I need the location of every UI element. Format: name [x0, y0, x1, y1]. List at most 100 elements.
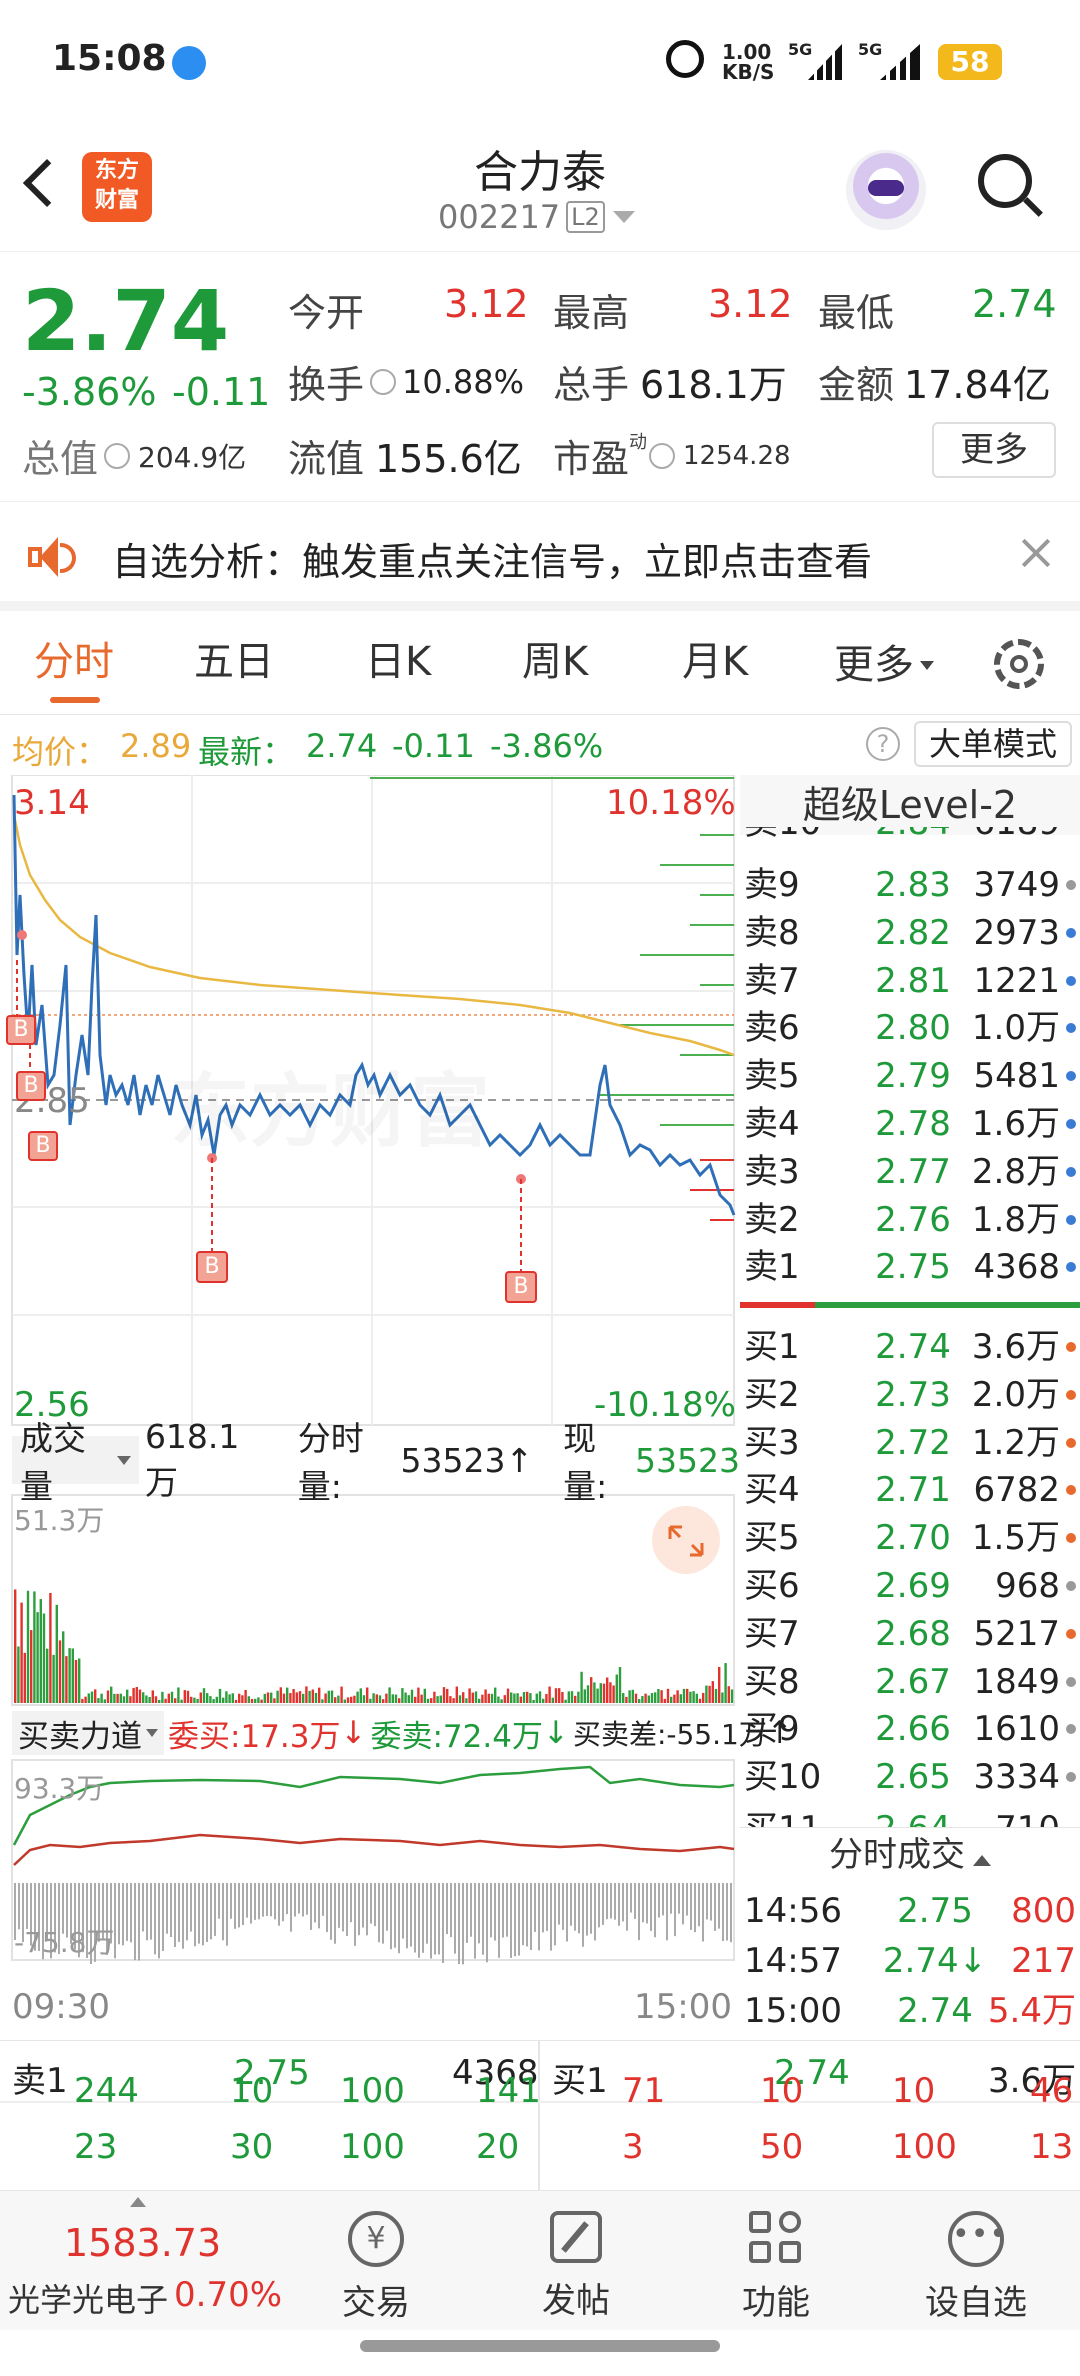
status-dot-icon	[1066, 927, 1076, 938]
ask-row[interactable]: 卖5 2.79 5481	[740, 1052, 1080, 1100]
bid-label: 买4	[744, 1470, 800, 1511]
info-icon[interactable]	[104, 442, 131, 469]
market-cap-label: 总值	[22, 437, 99, 481]
ask-row[interactable]: 卖2 2.76 1.8万	[740, 1196, 1080, 1244]
robot-assistant-icon[interactable]	[846, 150, 926, 230]
ask-label: 卖1	[744, 1247, 800, 1288]
high-label: 最高	[553, 291, 630, 335]
buy-marker[interactable]: B	[16, 1071, 46, 1101]
search-icon[interactable]	[978, 154, 1043, 218]
nav-post[interactable]: 发帖	[476, 2191, 676, 2331]
force-bar	[326, 1883, 328, 1933]
tab-daily-k[interactable]: 日K	[365, 615, 431, 715]
signal-icon	[808, 44, 842, 80]
depth-ask-cell: 100	[340, 2127, 405, 2167]
edit-icon	[550, 2211, 602, 2263]
bid-row[interactable]: 买4 2.71 6782	[740, 1466, 1080, 1514]
settings-icon[interactable]	[994, 639, 1044, 689]
bid-row[interactable]: 买2 2.73 2.0万	[740, 1371, 1080, 1419]
tab-five-day[interactable]: 五日	[194, 615, 274, 715]
volume-bar	[327, 1690, 330, 1703]
tab-more[interactable]: 更多	[834, 615, 934, 715]
volume-bar	[705, 1685, 708, 1703]
ask-row[interactable]: 卖1 2.75 4368	[740, 1243, 1080, 1291]
volume-bar	[673, 1694, 676, 1703]
stock-code-selector[interactable]: 002217 L2	[438, 198, 635, 236]
volume-bar	[372, 1693, 375, 1703]
info-icon[interactable]	[649, 442, 676, 469]
ask-row[interactable]: 卖6 2.80 1.0万	[740, 1004, 1080, 1052]
volume-bar	[52, 1654, 55, 1703]
volume-bar	[353, 1695, 356, 1703]
bid-row[interactable]: 买7 2.68 5217	[740, 1610, 1080, 1658]
nav-add-watchlist[interactable]: ••• 设自选	[876, 2191, 1076, 2331]
volume-bar	[686, 1688, 689, 1703]
force-bar	[686, 1883, 688, 1916]
ask-row[interactable]: 卖4 2.78 1.6万	[740, 1100, 1080, 1148]
force-bar	[258, 1883, 260, 1920]
ask-row[interactable]: 卖9 2.83 3749	[740, 861, 1080, 909]
force-bar	[594, 1883, 596, 1941]
volume-bar	[362, 1695, 366, 1703]
tab-monthly-k[interactable]: 月K	[682, 615, 748, 715]
buy-marker[interactable]: B	[196, 1251, 228, 1283]
volume-bar	[596, 1688, 599, 1703]
depth-bid-cell: 13	[1030, 2127, 1074, 2167]
ask-row[interactable]: 卖7 2.81 1221	[740, 957, 1080, 1005]
bid-row[interactable]: 买3 2.72 1.2万	[740, 1419, 1080, 1467]
volume-bar	[650, 1693, 654, 1703]
nav-trade[interactable]: ¥ 交易	[276, 2191, 476, 2331]
volume-bar	[356, 1691, 359, 1703]
tab-intraday[interactable]: 分时	[34, 615, 114, 715]
level2-title[interactable]: 超级Level-2	[740, 775, 1080, 835]
force-bar	[674, 1883, 676, 1937]
force-bar	[318, 1883, 320, 1929]
trade-volume: 800	[1011, 1891, 1076, 1931]
intraday-chart[interactable]: 3.14 10.18% 2.85 2.56 -10.18% 东方财富 B B B…	[0, 775, 793, 2035]
more-button[interactable]: 更多	[932, 422, 1056, 478]
volume-bar	[74, 1659, 78, 1703]
volume-bar	[302, 1693, 305, 1703]
bid-price: 2.66	[875, 1709, 951, 1750]
volume-bar	[26, 1590, 30, 1703]
tab-weekly-k[interactable]: 周K	[522, 615, 588, 715]
buy-force-line	[12, 1765, 735, 1846]
force-bar	[490, 1883, 492, 1938]
close-icon[interactable]	[1016, 533, 1056, 573]
signal-5g-label-2: 5G	[858, 40, 883, 59]
now-volume: 53523	[635, 1440, 740, 1480]
volume-bar	[564, 1699, 567, 1703]
ask-row[interactable]: 卖3 2.77 2.8万	[740, 1148, 1080, 1196]
bid-row[interactable]: 买1 2.74 3.6万	[740, 1323, 1080, 1371]
ask-row[interactable]: 卖8 2.82 2973	[740, 909, 1080, 957]
ask-volume: 3749	[973, 865, 1060, 905]
big-order-mode-button[interactable]: 大单模式	[914, 721, 1072, 767]
buy-marker[interactable]: B	[505, 1271, 537, 1303]
help-icon[interactable]: ?	[866, 727, 900, 761]
home-indicator[interactable]	[360, 2340, 720, 2352]
force-bar	[134, 1883, 136, 1961]
volume-selector[interactable]: 成交量	[12, 1419, 139, 1506]
volume-bar	[430, 1698, 433, 1703]
buy-marker[interactable]: B	[6, 1015, 36, 1045]
volume-bar	[132, 1687, 135, 1703]
volume-bar	[458, 1695, 462, 1703]
analysis-banner[interactable]: 自选分析：触发重点关注信号，立即点击查看	[0, 505, 1080, 611]
volume-bar	[497, 1696, 500, 1703]
bid-row[interactable]: 买8 2.67 1849	[740, 1658, 1080, 1706]
nav-functions[interactable]: 功能	[676, 2191, 876, 2331]
depth-bid-cell: 10	[892, 2071, 936, 2111]
volume-bar	[516, 1693, 519, 1703]
bid-row[interactable]: 买6 2.69 968	[740, 1562, 1080, 1610]
buy-marker[interactable]: B	[28, 1131, 58, 1161]
force-selector[interactable]: 买卖力道	[12, 1711, 164, 1755]
bid-row[interactable]: 买5 2.70 1.5万	[740, 1514, 1080, 1562]
bid-row[interactable]: 买10 2.65 3334	[740, 1753, 1080, 1801]
info-icon[interactable]	[370, 368, 397, 395]
index-ticker[interactable]: 1583.73 光学光电子 0.70%	[0, 2191, 290, 2331]
bid-row[interactable]: 买9 2.66 1610	[740, 1705, 1080, 1753]
trades-header[interactable]: 分时成交	[740, 1827, 1080, 1883]
force-bar	[458, 1883, 460, 1965]
volume-bar	[238, 1693, 241, 1703]
force-bar	[730, 1883, 732, 1943]
